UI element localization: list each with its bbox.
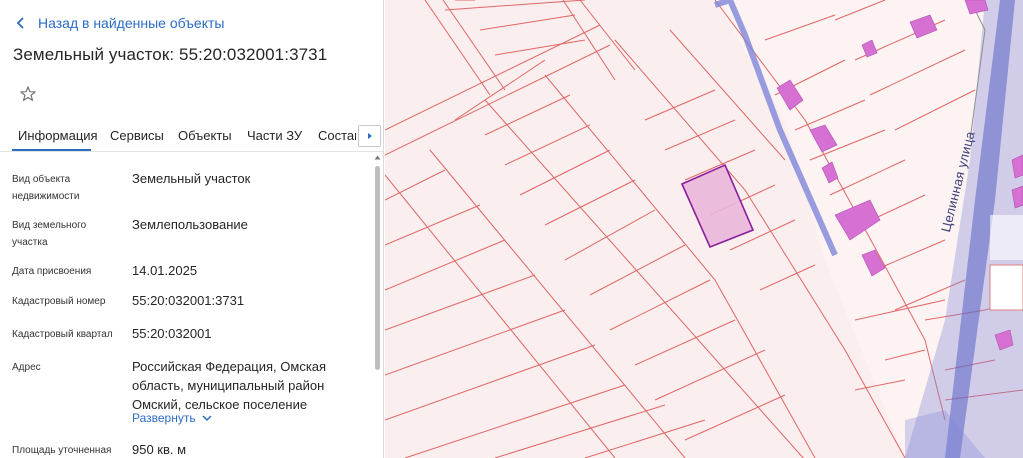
date-label: Дата присвоения (12, 266, 92, 277)
address-value: Российская Федерация, Омская область, му… (132, 359, 327, 412)
chevron-left-icon (16, 17, 24, 29)
tab-objects[interactable]: Объекты (178, 128, 232, 143)
page-title: Земельный участок: 55:20:032001:3731 (13, 45, 328, 64)
cad-quarter-value: 55:20:032001 (132, 326, 212, 341)
cadastral-map[interactable] (385, 0, 1023, 458)
back-link[interactable]: Назад в найденные объекты (14, 14, 224, 32)
tab-composition[interactable]: Состав (318, 128, 356, 143)
expand-label: Развернуть (132, 411, 196, 425)
scrollbar-thumb[interactable] (375, 166, 380, 370)
tab-bar: Информация Сервисы Объекты Части ЗУ Сост… (0, 118, 383, 152)
cad-number-label: Кадастровый номер (12, 296, 106, 307)
active-tab-indicator (12, 149, 91, 151)
map-canvas[interactable] (385, 0, 1023, 458)
land-type-value: Землепользование (132, 217, 248, 232)
area-value: 950 кв. м (132, 442, 187, 457)
tabs-scroll-right-button[interactable] (358, 125, 381, 147)
cad-number-value: 55:20:032001:3731 (132, 293, 245, 308)
tab-information[interactable]: Информация (18, 128, 98, 143)
area-label: Площадь уточненная (12, 445, 112, 456)
land-type-label: Вид земельного участка (12, 220, 87, 248)
date-value: 14.01.2025 (132, 263, 198, 278)
caret-right-icon (367, 133, 372, 139)
object-type-label: Вид объекта недвижимости (12, 174, 80, 202)
cad-quarter-label: Кадастровый квартал (12, 329, 113, 340)
star-icon[interactable] (19, 85, 37, 103)
object-type-value: Земельный участок (132, 171, 251, 186)
info-panel: Назад в найденные объекты Земельный учас… (0, 0, 384, 458)
expand-address-link[interactable]: Развернуть (132, 411, 212, 425)
chevron-down-icon (202, 415, 212, 422)
address-label: Адрес (12, 362, 41, 373)
tab-parts[interactable]: Части ЗУ (247, 128, 302, 143)
back-link-label: Назад в найденные объекты (38, 15, 225, 31)
tab-services[interactable]: Сервисы (110, 128, 164, 143)
scroll-up-icon[interactable] (374, 154, 381, 161)
